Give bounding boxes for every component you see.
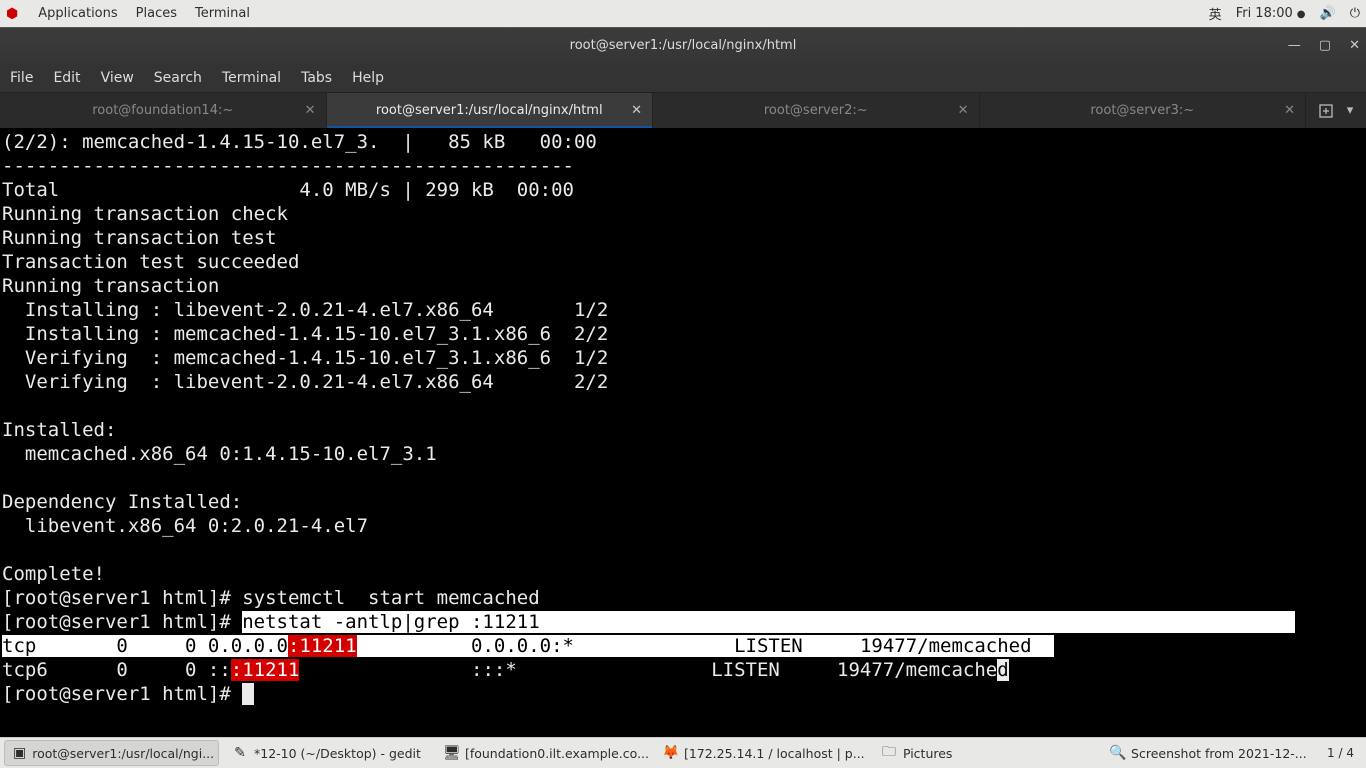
terminal-line: Verifying : libevent-2.0.21-4.el7.x86_64… bbox=[2, 371, 608, 393]
bottom-taskbar: ▣ root@server1:/usr/local/ngi... ✎ *12-1… bbox=[0, 737, 1366, 768]
taskbar-item-firefox[interactable]: 🦊 [172.25.14.1 / localhost | p... bbox=[653, 740, 868, 766]
menubar: File Edit View Search Terminal Tabs Help bbox=[0, 63, 1366, 93]
taskbar-item-label: Pictures bbox=[903, 746, 953, 761]
terminal-line: memcached.x86_64 0:1.4.15-10.el7_3.1 bbox=[2, 443, 437, 465]
taskbar-item-label: *12-10 (~/Desktop) - gedit bbox=[254, 746, 421, 761]
close-icon[interactable]: ✕ bbox=[305, 103, 316, 118]
close-icon[interactable]: ✕ bbox=[631, 103, 642, 118]
panel-clock[interactable]: Fri 18:00● bbox=[1236, 6, 1306, 21]
power-icon[interactable]: ⏻ bbox=[1350, 6, 1360, 21]
input-method-indicator[interactable]: 英 bbox=[1209, 4, 1222, 23]
firefox-icon: 🦊 bbox=[662, 745, 678, 761]
workspace-indicator[interactable]: 1 / 4 bbox=[1319, 746, 1362, 760]
taskbar-item-label: root@server1:/usr/local/ngi... bbox=[32, 746, 214, 761]
terminal-line: ----------------------------------------… bbox=[2, 155, 574, 177]
taskbar-item-files[interactable]: 🗀 Pictures bbox=[872, 740, 962, 766]
gedit-icon: ✎ bbox=[232, 745, 248, 761]
menu-search[interactable]: Search bbox=[154, 70, 202, 86]
terminal-highlight: netstat -antlp|grep :11211 bbox=[242, 611, 1294, 633]
terminal-line: Total 4.0 MB/s | 299 kB 00:00 bbox=[2, 179, 574, 201]
terminal-content[interactable]: (2/2): memcached-1.4.15-10.el7_3. | 85 k… bbox=[0, 128, 1366, 737]
panel-places[interactable]: Places bbox=[136, 6, 177, 21]
terminal-selected-char: d bbox=[997, 659, 1008, 681]
terminal-tab-server2[interactable]: root@server2:~ ✕ bbox=[653, 93, 980, 128]
menu-tabs[interactable]: Tabs bbox=[301, 70, 332, 86]
close-icon[interactable]: ✕ bbox=[1284, 103, 1295, 118]
terminal-line: tcp 0 0 0.0.0.0:11211 0.0.0.0:* LISTEN 1… bbox=[2, 635, 1054, 657]
taskbar-item-label: Screenshot from 2021-12-... bbox=[1131, 746, 1307, 761]
window-minimize-button[interactable]: — bbox=[1288, 38, 1301, 53]
taskbar-item-label: [foundation0.ilt.example.co... bbox=[465, 746, 649, 761]
terminal-line: tcp6 0 0 :: bbox=[2, 659, 231, 681]
redhat-icon: ⬢ bbox=[6, 6, 18, 22]
cursor-icon bbox=[242, 683, 254, 705]
taskbar-item-virt[interactable]: 🖥 [foundation0.ilt.example.co... bbox=[434, 740, 649, 766]
gnome-top-panel: ⬢ Applications Places Terminal 英 Fri 18:… bbox=[0, 0, 1366, 27]
menu-edit[interactable]: Edit bbox=[53, 70, 80, 86]
tab-label: root@server3:~ bbox=[1090, 103, 1194, 118]
taskbar-item-label: [172.25.14.1 / localhost | p... bbox=[684, 746, 865, 761]
taskbar-item-imageviewer[interactable]: 🔍 Screenshot from 2021-12-... bbox=[1100, 740, 1315, 766]
terminal-tab-server1[interactable]: root@server1:/usr/local/nginx/html ✕ bbox=[327, 93, 654, 128]
terminal-line: Dependency Installed: bbox=[2, 491, 242, 513]
virt-icon: 🖥 bbox=[443, 745, 459, 761]
terminal-line: [root@server1 html]# systemctl start mem… bbox=[2, 587, 540, 609]
menu-help[interactable]: Help bbox=[352, 70, 384, 86]
terminal-line: Running transaction bbox=[2, 275, 219, 297]
window-close-button[interactable]: ✕ bbox=[1349, 38, 1360, 53]
chevron-down-icon[interactable]: ▾ bbox=[1347, 103, 1354, 118]
menu-view[interactable]: View bbox=[101, 70, 134, 86]
terminal-tabbar: root@foundation14:~ ✕ root@server1:/usr/… bbox=[0, 93, 1366, 128]
window-maximize-button[interactable]: ▢ bbox=[1319, 38, 1331, 53]
terminal-line: (2/2): memcached-1.4.15-10.el7_3. | 85 k… bbox=[2, 131, 597, 153]
panel-terminal[interactable]: Terminal bbox=[195, 6, 250, 21]
terminal-prompt: [root@server1 html]# bbox=[2, 683, 242, 705]
window-title: root@server1:/usr/local/nginx/html bbox=[570, 38, 797, 53]
terminal-tab-server3[interactable]: root@server3:~ ✕ bbox=[980, 93, 1307, 128]
panel-applications[interactable]: Applications bbox=[38, 6, 117, 21]
taskbar-item-gedit[interactable]: ✎ *12-10 (~/Desktop) - gedit bbox=[223, 740, 430, 766]
terminal-icon: ▣ bbox=[13, 745, 26, 761]
window-titlebar[interactable]: root@server1:/usr/local/nginx/html — ▢ ✕ bbox=[0, 27, 1366, 63]
tab-label: root@foundation14:~ bbox=[92, 103, 233, 118]
taskbar-item-terminal[interactable]: ▣ root@server1:/usr/local/ngi... bbox=[4, 740, 219, 766]
terminal-line: libevent.x86_64 0:2.0.21-4.el7 bbox=[2, 515, 368, 537]
terminal-line: Running transaction check bbox=[2, 203, 288, 225]
terminal-line: Installing : memcached-1.4.15-10.el7_3.1… bbox=[2, 323, 608, 345]
terminal-line: Complete! bbox=[2, 563, 105, 585]
volume-icon[interactable]: 🔊 bbox=[1320, 6, 1336, 21]
terminal-line: [root@server1 html]# bbox=[2, 611, 242, 633]
menu-file[interactable]: File bbox=[10, 70, 33, 86]
terminal-tab-foundation14[interactable]: root@foundation14:~ ✕ bbox=[0, 93, 327, 128]
tab-label: root@server1:/usr/local/nginx/html bbox=[376, 103, 603, 118]
tab-label: root@server2:~ bbox=[764, 103, 868, 118]
menu-terminal[interactable]: Terminal bbox=[222, 70, 281, 86]
close-icon[interactable]: ✕ bbox=[958, 103, 969, 118]
terminal-line: Running transaction test bbox=[2, 227, 277, 249]
terminal-line: Installed: bbox=[2, 419, 116, 441]
terminal-line: Verifying : memcached-1.4.15-10.el7_3.1.… bbox=[2, 347, 608, 369]
grep-match: :11211 bbox=[231, 659, 300, 681]
new-tab-icon[interactable] bbox=[1319, 104, 1333, 118]
terminal-text: :::* LISTEN 19477/memcache bbox=[299, 659, 997, 681]
image-icon: 🔍 bbox=[1109, 745, 1125, 761]
grep-match: :11211 bbox=[288, 635, 357, 657]
folder-icon: 🗀 bbox=[881, 741, 897, 765]
terminal-line: Installing : libevent-2.0.21-4.el7.x86_6… bbox=[2, 299, 608, 321]
terminal-line: Transaction test succeeded bbox=[2, 251, 299, 273]
